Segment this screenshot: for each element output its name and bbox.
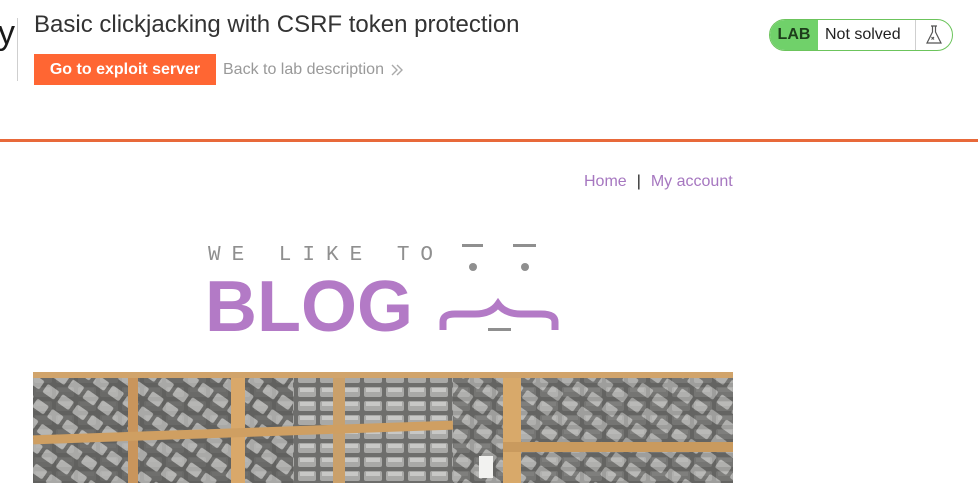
logo-divider: [17, 18, 18, 81]
back-link-label: Back to lab description: [223, 61, 384, 78]
academy-logo-fragment: y: [0, 14, 15, 52]
lab-status-text: Not solved: [818, 20, 916, 50]
top-nav: Home | My account: [584, 173, 733, 191]
back-to-lab-link[interactable]: Back to lab description: [223, 61, 404, 79]
lab-header: y Basic clickjacking with CSRF token pro…: [0, 0, 978, 140]
header-divider: [0, 139, 978, 142]
lab-badge: LAB: [770, 20, 818, 50]
nav-my-account-link[interactable]: My account: [651, 173, 733, 190]
exploit-server-button[interactable]: Go to exploit server: [34, 54, 216, 85]
blog-banner-image: [33, 372, 733, 483]
lab-title: Basic clickjacking with CSRF token prote…: [34, 11, 520, 38]
blog-logo-tagline: WE LIKE TO: [208, 244, 444, 267]
chevron-double-right-icon: [391, 64, 403, 76]
nav-home-link[interactable]: Home: [584, 173, 627, 190]
blog-logo-word: BLOG: [205, 267, 413, 338]
blog-logo: WE LIKE TO BLOG: [205, 244, 559, 338]
nav-separator: |: [636, 173, 641, 190]
lab-status-widget: LAB Not solved: [769, 19, 953, 51]
flask-icon: [916, 20, 952, 50]
